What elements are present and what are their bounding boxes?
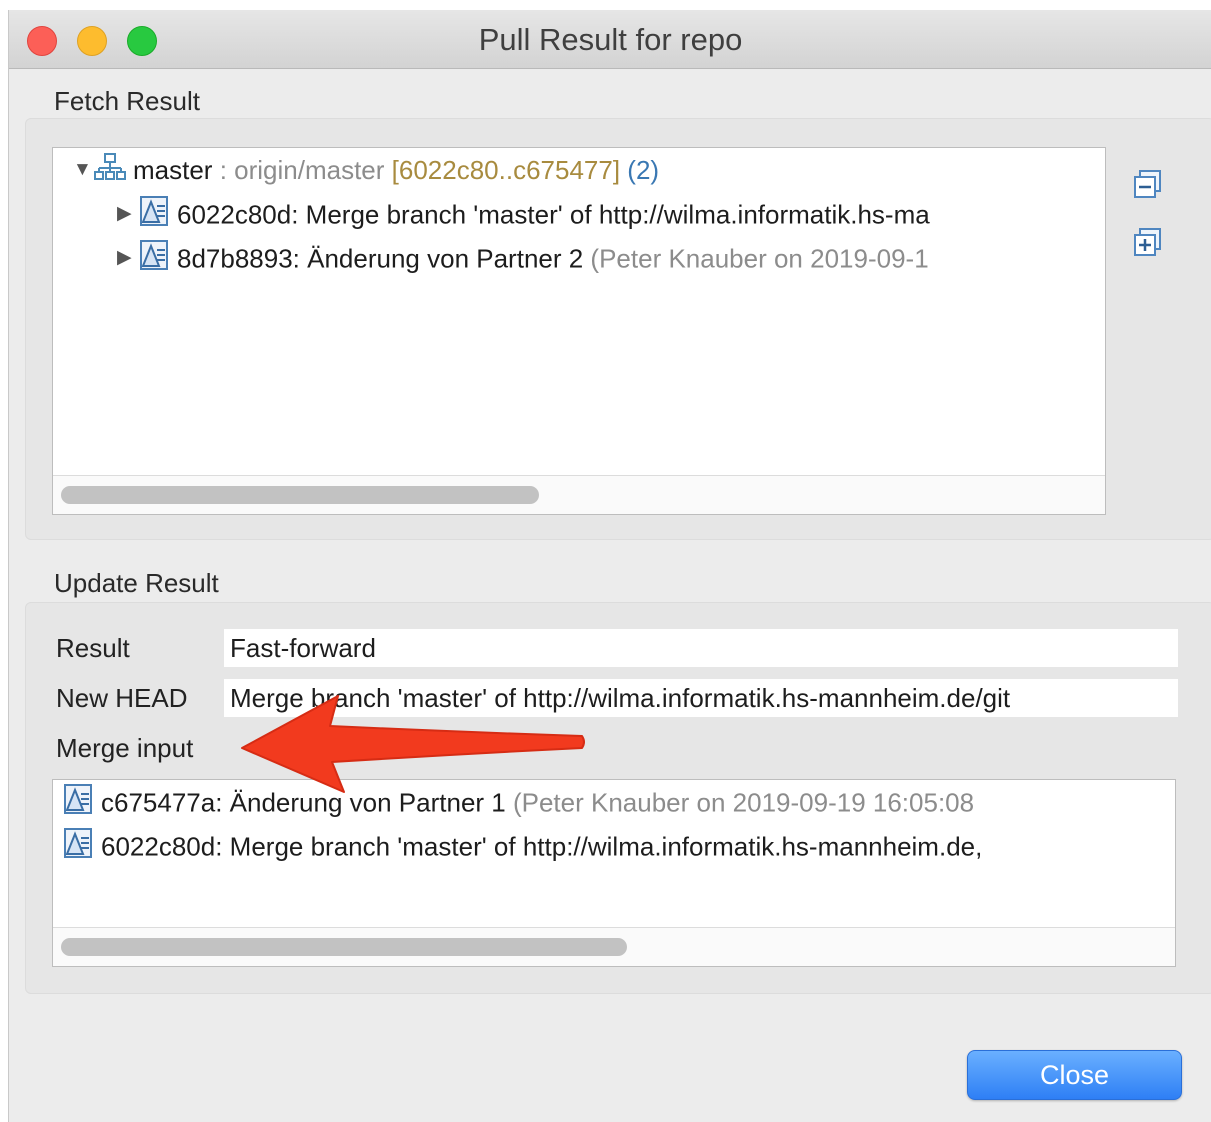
fetch-result-label: Fetch Result (54, 86, 200, 116)
scrollbar-thumb[interactable] (61, 486, 539, 504)
tree-row-branch[interactable]: ▼ master : origin/master [6022c80..c67547… (73, 150, 659, 190)
result-value-field[interactable]: Fast-forward (224, 629, 1178, 667)
merge-input-list[interactable]: c675477a: Änderung von Partner 1 (Peter … (52, 779, 1176, 967)
collapsed-triangle-icon[interactable]: ▶ (117, 194, 137, 234)
result-label: Result (56, 633, 130, 663)
close-button[interactable]: Close (967, 1050, 1182, 1100)
merge-input-label: Merge input (56, 733, 194, 763)
title-bar: Pull Result for repo (9, 10, 1211, 69)
horizontal-scrollbar[interactable] (53, 475, 1105, 514)
new-head-label: New HEAD (56, 683, 188, 713)
branch-name: master (133, 155, 213, 185)
branch-remote: : origin/master (212, 155, 385, 185)
update-result-group: Result Fast-forward New HEAD Merge branc… (25, 602, 1211, 994)
commit-icon (61, 826, 95, 871)
commit-text: 6022c80d: Merge branch 'master' of http:… (177, 199, 930, 230)
commit-count: (2) (620, 155, 660, 185)
update-result-label: Update Result (54, 568, 219, 598)
commit-text: 8d7b8893: Änderung von Partner 2 (177, 243, 584, 274)
tree-row-commit[interactable]: ▶ 8d7b8893: Änderung von Partner 2 (Peter… (117, 238, 929, 278)
collapse-all-icon[interactable] (1132, 169, 1164, 201)
expand-all-icon[interactable] (1132, 227, 1164, 259)
annotation-arrow-icon (241, 695, 585, 793)
scrollbar-thumb[interactable] (61, 938, 627, 956)
expanded-triangle-icon[interactable]: ▼ (73, 150, 93, 190)
commit-icon (61, 782, 95, 827)
window-title: Pull Result for repo (478, 22, 743, 57)
tree-row-commit[interactable]: ▶ 6022c80d: Merge branch 'master' of http… (117, 194, 930, 234)
commit-icon (137, 194, 171, 239)
fetch-result-group: ▼ master : origin/master [6022c80..c67547… (25, 118, 1211, 540)
horizontal-scrollbar[interactable] (53, 927, 1175, 966)
list-item[interactable]: 6022c80d: Merge branch 'master' of http:… (61, 826, 982, 866)
commit-range: [6022c80..c675477] (384, 155, 621, 185)
fetch-result-tree[interactable]: ▼ master : origin/master [6022c80..c67547… (52, 147, 1106, 515)
commit-meta: (Peter Knauber on 2019-09-1 (583, 243, 929, 274)
pull-result-dialog: Pull Result for repo Fetch Result ▼ maste… (8, 10, 1211, 1122)
branch-icon (93, 152, 127, 193)
merge-item-text: 6022c80d: Merge branch 'master' of http:… (101, 831, 983, 862)
commit-icon (137, 238, 171, 283)
collapsed-triangle-icon[interactable]: ▶ (117, 238, 137, 278)
